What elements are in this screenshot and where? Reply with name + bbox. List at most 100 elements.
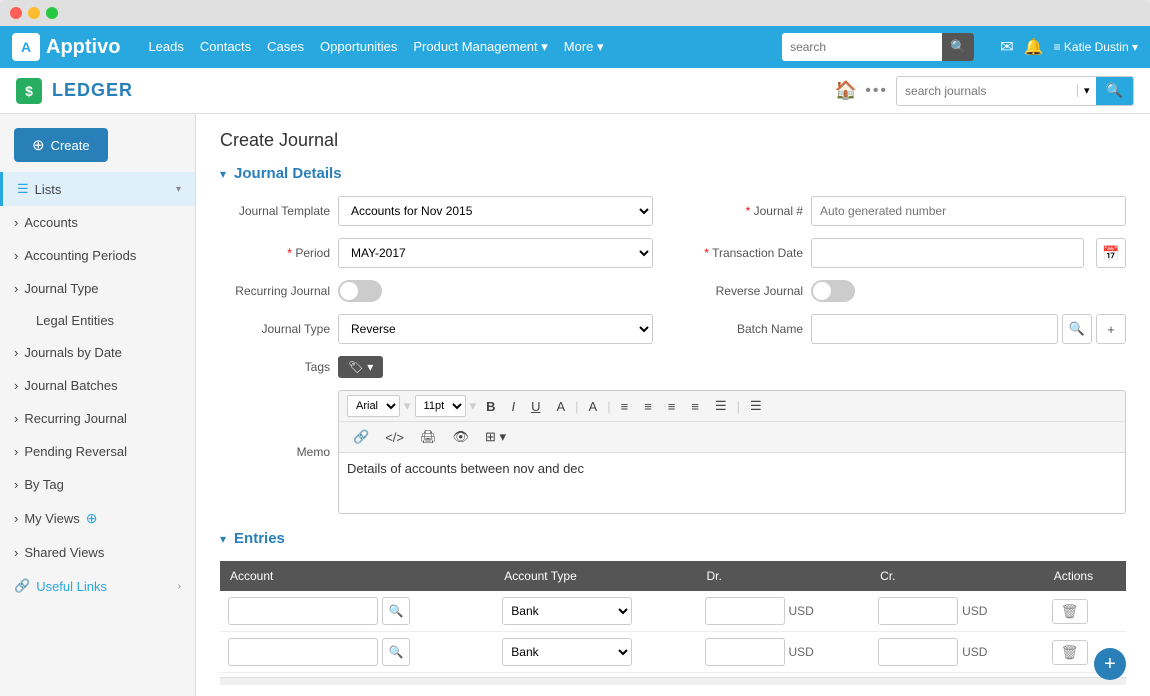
journal-number-input[interactable] [811,196,1126,226]
font-size-select[interactable]: 11pt [415,395,466,417]
more-options-icon[interactable]: ••• [865,82,888,100]
calendar-icon[interactable]: 📅 [1096,238,1126,268]
transaction-date-label: Transaction Date [693,246,803,260]
memo-label: Memo [220,445,330,459]
batch-search-icon[interactable]: 🔍 [1062,314,1092,344]
transaction-date-input[interactable]: 09/04/2018 [811,238,1084,268]
entry-account-input-1[interactable]: 10100 – Checking Acco [228,597,378,625]
top-search-input[interactable] [782,40,942,54]
useful-links-icon: 🔗 [14,578,30,594]
underline-button[interactable]: U [525,396,546,417]
logo: A Apptivo [12,33,120,61]
memo-content[interactable]: Details of accounts between nov and dec [339,453,1125,513]
code-button[interactable]: </> [379,427,410,448]
entry-account-search-1[interactable]: 🔍 [382,597,410,625]
nav-product-management[interactable]: Product Management ▾ [413,39,547,55]
batch-add-icon[interactable]: + [1096,314,1126,344]
sidebar-useful-links[interactable]: 🔗 Useful Links › [0,569,195,603]
preview-button[interactable]: 👁 [447,426,476,448]
entry-dr-cell-1: 0.00 USD [697,591,871,632]
font-color-button[interactable]: A [550,396,571,417]
user-menu[interactable]: ≡ Katie Dustin ▾ [1054,40,1138,54]
ordered-list-button[interactable]: ☰ [744,395,768,417]
font-family-select[interactable]: Arial [347,395,400,417]
journal-search-input[interactable] [897,84,1077,98]
recurring-journal-toggle[interactable] [338,280,382,302]
batch-name-input[interactable]: Nov - Dec [811,314,1058,344]
align-center-button[interactable]: ≡ [638,396,658,417]
col-account-type: Account Type [494,561,696,591]
journal-search-button[interactable]: 🔍 [1096,77,1133,105]
link-button[interactable]: 🔗 [347,426,375,448]
sidebar-item-legal-entities[interactable]: Legal Entities [0,305,195,336]
sidebar-item-journal-batches[interactable]: › Journal Batches [0,369,195,402]
journal-search-dropdown[interactable]: ▾ [1077,84,1096,97]
justify-button[interactable]: ≡ [685,396,705,417]
period-dropdown[interactable]: MAY-2017 [339,239,652,267]
sidebar-item-pending-reversal[interactable]: › Pending Reversal [0,435,195,468]
entry-dr-input-1[interactable]: 0.00 [705,597,785,625]
sidebar-item-recurring-journal[interactable]: › Recurring Journal [0,402,195,435]
journals-by-date-chevron-icon: › [14,345,18,360]
align-left-button[interactable]: ≡ [615,396,635,417]
sidebar-shared-views-label: Shared Views [24,545,104,560]
entry-account-search-2[interactable]: 🔍 [382,638,410,666]
entry-account-input-2[interactable]: 10600 – Money Market… [228,638,378,666]
journal-details-title: Journal Details [234,165,342,182]
nav-cases[interactable]: Cases [267,39,304,55]
period-select[interactable]: MAY-2017 [338,238,653,268]
nav-contacts[interactable]: Contacts [200,39,251,55]
create-button[interactable]: ⊕ Create [14,128,108,162]
nav-more[interactable]: More ▾ [564,39,604,55]
tags-button[interactable]: 🏷 ▾ [338,356,383,378]
mail-icon[interactable]: ✉ [1000,37,1013,57]
nav-opportunities[interactable]: Opportunities [320,39,397,55]
reverse-journal-toggle-control[interactable] [811,280,855,302]
sidebar-item-shared-views[interactable]: › Shared Views [0,536,195,569]
sidebar-item-by-tag[interactable]: › By Tag [0,468,195,501]
delete-row-2-button[interactable]: 🗑 [1052,640,1088,665]
bell-icon[interactable]: 🔔 [1024,37,1044,57]
reverse-journal-toggle[interactable] [811,280,855,302]
bullet-list-button[interactable]: ☰ [709,395,733,417]
entry-type-select-2[interactable]: Bank [502,638,632,666]
entry-cr-input-2[interactable]: 0.00 [878,638,958,666]
sidebar-lists[interactable]: ☰ Lists ▾ [0,172,195,206]
my-views-add-icon[interactable]: ⊕ [86,510,98,527]
home-icon[interactable]: 🏠 [835,80,857,101]
italic-button[interactable]: I [505,396,521,417]
recurring-journal-toggle-control[interactable] [338,280,382,302]
toolbar-divider-3: | [575,399,578,414]
sidebar-item-accounts[interactable]: › Accounts [0,206,195,239]
entry-type-select-1[interactable]: Bank [502,597,632,625]
minimize-dot[interactable] [28,7,40,19]
bold-button[interactable]: B [480,396,501,417]
entry-dr-input-2[interactable]: 5000.00 [705,638,785,666]
sidebar-item-journals-by-date[interactable]: › Journals by Date [0,336,195,369]
journal-type-dropdown[interactable]: Reverse [339,315,652,343]
journal-details-header[interactable]: ▾ Journal Details [220,165,1126,182]
close-dot[interactable] [10,7,22,19]
sidebar-item-accounting-periods[interactable]: › Accounting Periods [0,239,195,272]
sidebar-item-my-views[interactable]: › My Views ⊕ [0,501,195,536]
entry-cr-input-1[interactable]: 5000.00 [878,597,958,625]
horizontal-scrollbar[interactable] [220,677,1126,685]
print-button[interactable]: 🖨 [414,426,443,448]
entries-title: Entries [234,530,285,547]
toolbar-divider-1: ▾ [404,398,411,414]
delete-row-1-button[interactable]: 🗑 [1052,599,1088,624]
journal-template-select[interactable]: Accounts for Nov 2015 [338,196,653,226]
tags-label: Tags [220,360,330,374]
transaction-date-row: Transaction Date 09/04/2018 📅 [693,238,1126,268]
maximize-dot[interactable] [46,7,58,19]
nav-leads[interactable]: Leads [148,39,183,55]
table-button[interactable]: ⊞ ▾ [479,426,512,448]
journal-type-select[interactable]: Reverse [338,314,653,344]
entries-header[interactable]: ▾ Entries [220,530,1126,547]
journal-template-dropdown[interactable]: Accounts for Nov 2015 [339,197,652,225]
sidebar-item-journal-type[interactable]: › Journal Type [0,272,195,305]
add-row-button[interactable]: + [1094,648,1126,680]
highlight-button[interactable]: A [583,396,604,417]
top-search-button[interactable]: 🔍 [942,33,974,61]
align-right-button[interactable]: ≡ [662,396,682,417]
